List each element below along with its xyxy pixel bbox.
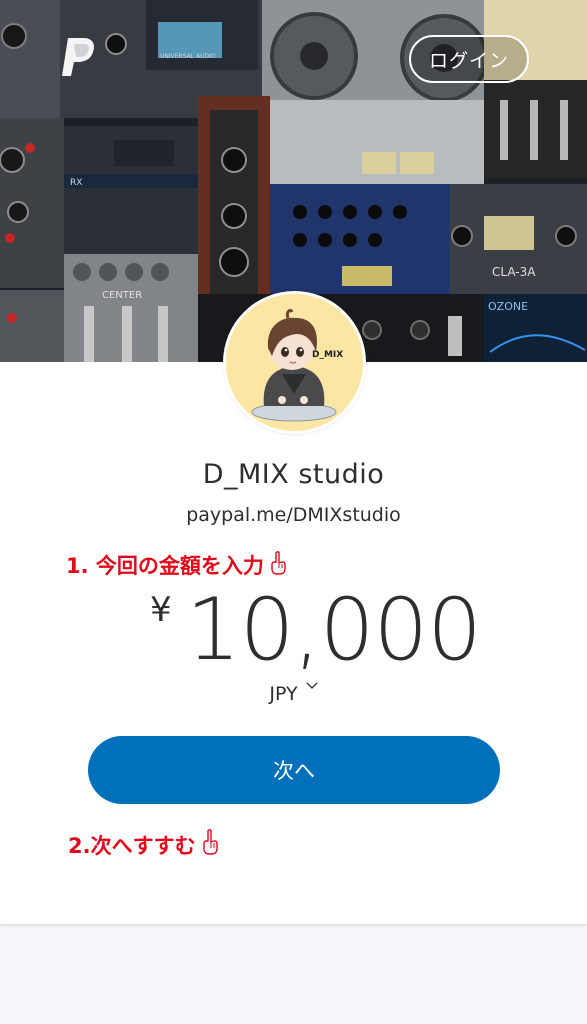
annotation-step-1: 1. 今回の金額を入力: [66, 550, 288, 580]
currency-select[interactable]: JPY: [0, 682, 587, 705]
avatar-caption: D_MIX: [312, 350, 344, 360]
currency-code: JPY: [269, 683, 298, 705]
annotation-step-2: 2.次へすすむ: [68, 829, 220, 860]
annotation-step-2-text: 2.次へすすむ: [68, 833, 196, 858]
login-button[interactable]: ログイン: [409, 35, 529, 83]
merchant-paypal-link[interactable]: paypal.me/DMIXstudio: [0, 504, 587, 526]
amount-display[interactable]: ¥ 10,000: [0, 580, 587, 680]
pointing-hand-icon: [202, 829, 220, 860]
paypal-logo-icon: [62, 38, 94, 76]
avatar-illustration: [226, 294, 363, 431]
amount-input[interactable]: 10,000: [186, 580, 482, 680]
merchant-name: D_MIX studio: [202, 459, 385, 490]
annotation-step-1-text: 1. 今回の金額を入力: [66, 554, 264, 578]
pointing-hand-icon: [270, 550, 288, 580]
merchant-avatar: [226, 294, 363, 431]
currency-symbol: ¥: [150, 590, 172, 630]
chevron-down-icon: [306, 682, 318, 689]
next-button[interactable]: 次へ: [88, 736, 500, 804]
